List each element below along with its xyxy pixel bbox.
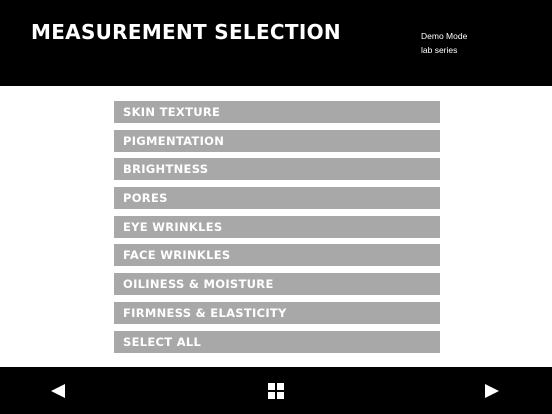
home-button[interactable] [262,377,290,405]
back-arrow-icon [51,384,65,398]
measurement-item-face-wrinkles[interactable]: FACE WRINKLES [114,244,440,267]
header-bar: MEASUREMENT SELECTION Demo Mode lab seri… [0,0,552,86]
measurement-item-firmness-elasticity[interactable]: FIRMNESS & ELASTICITY [114,301,440,324]
back-button[interactable] [44,377,72,405]
home-grid-icon [268,383,284,399]
demo-mode-label: Demo Mode [421,31,468,41]
measurement-item-pigmentation[interactable]: PIGMENTATION [114,129,440,152]
footer-nav-bar [0,367,552,414]
measurement-item-skin-texture[interactable]: SKIN TEXTURE [114,101,440,123]
measurement-item-oiliness-moisture[interactable]: OILINESS & MOISTURE [114,273,440,296]
page-title: MEASUREMENT SELECTION [31,20,341,44]
measurement-list: SKIN TEXTURE PIGMENTATION BRIGHTNESS POR… [114,101,440,359]
mode-info: Demo Mode lab series [421,29,467,57]
next-arrow-icon [485,384,499,398]
measurement-item-eye-wrinkles[interactable]: EYE WRINKLES [114,215,440,238]
measurement-item-pores[interactable]: PORES [114,187,440,210]
measurement-item-brightness[interactable]: BRIGHTNESS [114,158,440,181]
next-button[interactable] [478,377,506,405]
series-label: lab series [421,45,458,55]
measurement-selection-screen: MEASUREMENT SELECTION Demo Mode lab seri… [0,0,552,414]
select-all-button[interactable]: SELECT ALL [114,330,440,353]
